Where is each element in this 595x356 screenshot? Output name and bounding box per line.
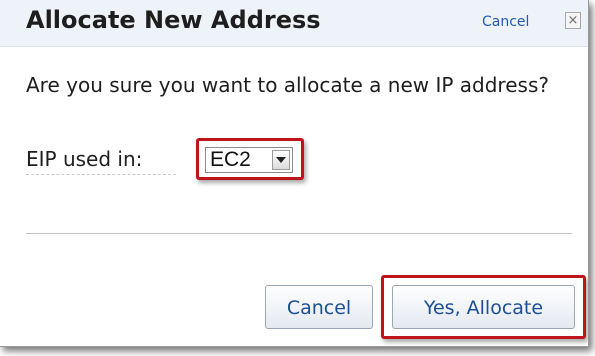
dialog-divider [26, 233, 572, 234]
confirmation-question: Are you sure you want to allocate a new … [26, 73, 549, 97]
eip-label-underline [26, 174, 176, 175]
header-cancel-link[interactable]: Cancel [482, 14, 529, 30]
eip-used-in-select[interactable]: EC2 [205, 147, 293, 173]
allocate-button-highlight: Yes, Allocate [381, 275, 586, 339]
chevron-down-icon[interactable] [272, 150, 290, 170]
eip-used-in-label: EIP used in: [26, 147, 143, 171]
dialog-title: Allocate New Address [26, 6, 321, 34]
eip-select-value: EC2 [210, 148, 251, 171]
allocate-address-dialog: Allocate New Address Cancel × Are you su… [0, 0, 589, 347]
eip-select-highlight: EC2 [196, 138, 304, 180]
dialog-header: Allocate New Address Cancel × [0, 0, 588, 47]
close-icon[interactable]: × [565, 12, 581, 29]
yes-allocate-button[interactable]: Yes, Allocate [392, 285, 575, 329]
cancel-button[interactable]: Cancel [265, 285, 373, 329]
